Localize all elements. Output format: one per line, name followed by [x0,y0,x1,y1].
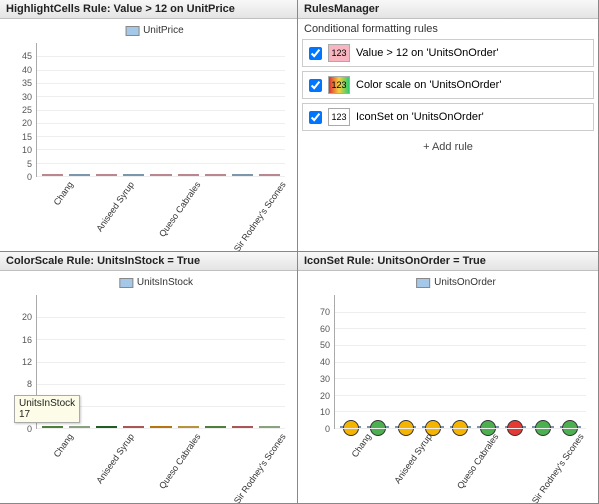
rule-label: Color scale on 'UnitsOnOrder' [356,79,501,91]
y-tick-label: 0 [27,424,32,434]
y-tick-label: 50 [320,340,330,350]
rule-checkbox[interactable] [309,111,322,124]
legend-label: UnitPrice [143,25,184,36]
rule-checkbox[interactable] [309,79,322,92]
y-tick-label: 0 [27,172,32,182]
y-tick-label: 70 [320,307,330,317]
y-tick-label: 25 [22,105,32,115]
y-tick-label: 12 [22,357,32,367]
legend-label: UnitsInStock [137,277,193,288]
y-tick-label: 0 [325,424,330,434]
panel-title: RulesManager [298,0,598,19]
panel-title: HighlightCells Rule: Value > 12 on UnitP… [0,0,297,19]
rule-label: Value > 12 on 'UnitsOnOrder' [356,47,499,59]
y-tick-label: 20 [320,391,330,401]
panel-icon-set: IconSet Rule: UnitsOnOrder = True UnitsO… [298,252,598,503]
rule-checkbox[interactable] [309,47,322,60]
panel-color-scale: ColorScale Rule: UnitsInStock = True Uni… [0,252,297,503]
rules-heading: Conditional formatting rules [298,19,598,37]
y-tick-label: 45 [22,51,32,61]
rule-swatch-iconset: 123 [328,108,350,126]
chart-unitsinstock: UnitsInStock 048121620 ChangAniseed Syru… [6,275,291,501]
legend: UnitPrice [125,25,184,36]
panel-title: IconSet Rule: UnitsOnOrder = True [298,252,598,271]
rule-item-icon-set[interactable]: 123 IconSet on 'UnitsOnOrder' [302,103,594,131]
chart-unitsonorder: UnitsOnOrder 010203040506070 ChangAnisee… [304,275,592,501]
y-tick-label: 10 [320,407,330,417]
y-tick-label: 40 [22,65,32,75]
add-rule-button[interactable]: + Add rule [298,133,598,161]
y-tick-label: 16 [22,335,32,345]
y-tick-label: 10 [22,145,32,155]
chart-tooltip: UnitsInStock 17 [14,395,80,423]
y-tick-label: 30 [320,374,330,384]
y-tick-label: 5 [27,159,32,169]
y-tick-label: 8 [27,379,32,389]
y-tick-label: 15 [22,132,32,142]
rule-item-value-gt-12[interactable]: 123 Value > 12 on 'UnitsOnOrder' [302,39,594,67]
rule-item-color-scale[interactable]: 123 Color scale on 'UnitsOnOrder' [302,71,594,99]
legend: UnitsOnOrder [416,277,496,288]
y-tick-label: 20 [22,118,32,128]
rule-swatch-gradient: 123 [328,76,350,94]
panel-title: ColorScale Rule: UnitsInStock = True [0,252,297,271]
rule-swatch-pink: 123 [328,44,350,62]
panel-highlight-cells: HighlightCells Rule: Value > 12 on UnitP… [0,0,297,251]
y-tick-label: 35 [22,78,32,88]
y-tick-label: 60 [320,324,330,334]
y-tick-label: 40 [320,357,330,367]
y-tick-label: 20 [22,312,32,322]
legend-label: UnitsOnOrder [434,277,496,288]
legend: UnitsInStock [119,277,193,288]
y-tick-label: 30 [22,92,32,102]
rule-label: IconSet on 'UnitsOnOrder' [356,111,484,123]
panel-rules-manager: RulesManager Conditional formatting rule… [298,0,598,251]
chart-unitprice: UnitPrice 051015202530354045 ChangAnisee… [6,23,291,249]
